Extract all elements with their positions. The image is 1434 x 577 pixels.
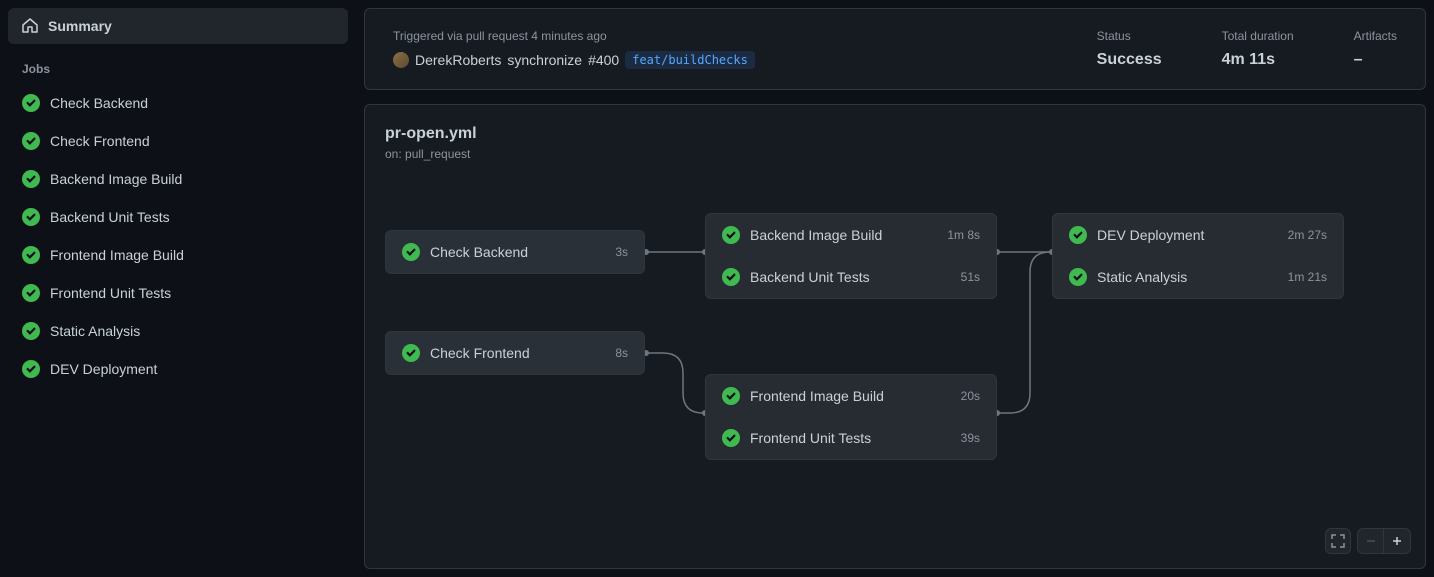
workflow-subtitle: on: pull_request: [385, 147, 1405, 161]
graph-node-check-frontend[interactable]: Check Frontend 8s: [385, 331, 645, 375]
status-block: Status Success: [1097, 29, 1162, 69]
node-label: Static Analysis: [1097, 269, 1278, 285]
avatar[interactable]: [393, 52, 409, 68]
status-label: Status: [1097, 29, 1162, 43]
check-circle-icon: [22, 208, 40, 226]
sidebar-job-check-frontend[interactable]: Check Frontend: [8, 122, 348, 160]
job-label: Backend Unit Tests: [50, 209, 170, 225]
graph-canvas[interactable]: Check Backend 3s Check Frontend 8s Backe…: [385, 195, 1405, 548]
graph-node-group-backend: Backend Image Build 1m 8s Backend Unit T…: [705, 213, 997, 299]
node-label: Backend Image Build: [750, 227, 937, 243]
graph-node-frontend-unit-tests[interactable]: Frontend Unit Tests 39s: [706, 417, 996, 459]
action-name: synchronize: [507, 52, 582, 68]
job-label: Frontend Image Build: [50, 247, 184, 263]
minus-icon: [1365, 535, 1377, 547]
check-circle-icon: [22, 360, 40, 378]
node-time: 8s: [615, 346, 628, 360]
zoom-in-button[interactable]: [1384, 529, 1410, 553]
workflow-graph-panel: pr-open.yml on: pull_request Check Backe…: [364, 104, 1426, 569]
node-time: 39s: [961, 431, 980, 445]
sidebar-job-frontend-image-build[interactable]: Frontend Image Build: [8, 236, 348, 274]
graph-node-static-analysis[interactable]: Static Analysis 1m 21s: [1053, 256, 1343, 298]
check-circle-icon: [1069, 268, 1087, 286]
check-circle-icon: [22, 246, 40, 264]
sidebar-job-frontend-unit-tests[interactable]: Frontend Unit Tests: [8, 274, 348, 312]
check-circle-icon: [22, 132, 40, 150]
duration-label: Total duration: [1222, 29, 1294, 43]
artifacts-block: Artifacts –: [1354, 29, 1397, 69]
fullscreen-button[interactable]: [1325, 528, 1351, 554]
check-circle-icon: [1069, 226, 1087, 244]
node-time: 3s: [615, 245, 628, 259]
job-label: Frontend Unit Tests: [50, 285, 171, 301]
sidebar-job-static-analysis[interactable]: Static Analysis: [8, 312, 348, 350]
check-circle-icon: [402, 243, 420, 261]
node-label: Frontend Unit Tests: [750, 430, 951, 446]
trigger-block: Triggered via pull request 4 minutes ago…: [393, 29, 1037, 69]
sidebar-job-backend-image-build[interactable]: Backend Image Build: [8, 160, 348, 198]
main-content: Triggered via pull request 4 minutes ago…: [364, 8, 1426, 569]
artifacts-value: –: [1354, 51, 1397, 69]
check-circle-icon: [402, 344, 420, 362]
artifacts-label: Artifacts: [1354, 29, 1397, 43]
graph-node-group-final: DEV Deployment 2m 27s Static Analysis 1m…: [1052, 213, 1344, 299]
job-label: Check Backend: [50, 95, 148, 111]
job-label: Static Analysis: [50, 323, 140, 339]
plus-icon: [1391, 535, 1403, 547]
node-label: Backend Unit Tests: [750, 269, 951, 285]
sidebar: Summary Jobs Check Backend Check Fronten…: [8, 8, 348, 569]
graph-node-group-frontend: Frontend Image Build 20s Frontend Unit T…: [705, 374, 997, 460]
workflow-title: pr-open.yml: [385, 125, 1405, 143]
trigger-label: Triggered via pull request 4 minutes ago: [393, 29, 1037, 43]
node-time: 2m 27s: [1288, 228, 1327, 242]
jobs-heading: Jobs: [8, 44, 348, 84]
node-time: 20s: [961, 389, 980, 403]
duration-value: 4m 11s: [1222, 51, 1294, 69]
trigger-line: DerekRoberts synchronize #400 feat/build…: [393, 51, 1037, 69]
zoom-controls: [1325, 528, 1411, 554]
duration-block: Total duration 4m 11s: [1222, 29, 1294, 69]
check-circle-icon: [722, 268, 740, 286]
check-circle-icon: [722, 226, 740, 244]
check-circle-icon: [22, 284, 40, 302]
actor-name[interactable]: DerekRoberts: [415, 52, 501, 68]
fullscreen-icon: [1331, 534, 1345, 548]
check-circle-icon: [722, 387, 740, 405]
pr-number[interactable]: #400: [588, 52, 619, 68]
summary-label: Summary: [48, 18, 112, 34]
graph-node-frontend-image-build[interactable]: Frontend Image Build 20s: [706, 375, 996, 417]
status-value: Success: [1097, 51, 1162, 69]
branch-tag[interactable]: feat/buildChecks: [625, 51, 755, 69]
node-label: Check Backend: [430, 244, 605, 260]
graph-node-backend-unit-tests[interactable]: Backend Unit Tests 51s: [706, 256, 996, 298]
node-label: Check Frontend: [430, 345, 605, 361]
node-label: Frontend Image Build: [750, 388, 951, 404]
check-circle-icon: [22, 322, 40, 340]
node-time: 51s: [961, 270, 980, 284]
node-time: 1m 8s: [947, 228, 980, 242]
zoom-group: [1357, 528, 1411, 554]
graph-node-backend-image-build[interactable]: Backend Image Build 1m 8s: [706, 214, 996, 256]
sidebar-summary[interactable]: Summary: [8, 8, 348, 44]
home-icon: [22, 18, 38, 34]
sidebar-job-check-backend[interactable]: Check Backend: [8, 84, 348, 122]
node-label: DEV Deployment: [1097, 227, 1278, 243]
job-label: Check Frontend: [50, 133, 150, 149]
check-circle-icon: [22, 170, 40, 188]
check-circle-icon: [22, 94, 40, 112]
graph-node-dev-deployment[interactable]: DEV Deployment 2m 27s: [1053, 214, 1343, 256]
job-label: Backend Image Build: [50, 171, 182, 187]
check-circle-icon: [722, 429, 740, 447]
node-time: 1m 21s: [1288, 270, 1327, 284]
run-header: Triggered via pull request 4 minutes ago…: [364, 8, 1426, 90]
zoom-out-button[interactable]: [1358, 529, 1384, 553]
graph-node-check-backend[interactable]: Check Backend 3s: [385, 230, 645, 274]
sidebar-job-backend-unit-tests[interactable]: Backend Unit Tests: [8, 198, 348, 236]
job-label: DEV Deployment: [50, 361, 157, 377]
sidebar-job-dev-deployment[interactable]: DEV Deployment: [8, 350, 348, 388]
